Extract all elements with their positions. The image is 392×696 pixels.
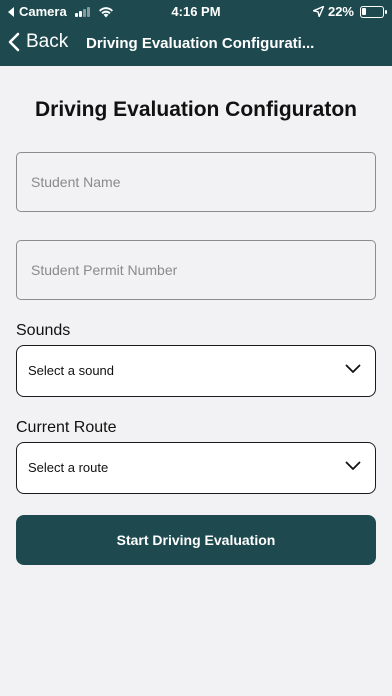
route-select-value: Select a route (28, 460, 109, 475)
student-name-input[interactable] (31, 174, 351, 190)
back-button-label: Back (26, 31, 69, 52)
navigation-bar: Back Driving Evaluation Configurati... (0, 28, 392, 60)
battery-fill (362, 7, 366, 15)
student-name-field[interactable] (16, 152, 376, 212)
chevron-down-icon (345, 461, 361, 470)
student-permit-input[interactable] (31, 262, 351, 278)
chevron-down-icon (345, 364, 361, 373)
route-select[interactable]: Select a route (16, 442, 376, 494)
battery-icon (360, 5, 387, 18)
nav-title: Driving Evaluation Configurati... (86, 35, 315, 52)
current-route-label: Current Route (16, 419, 117, 436)
status-bar: Camera 4:16 PM 22% (0, 0, 392, 24)
status-right: 22% (312, 4, 387, 19)
top-bar: Camera 4:16 PM 22% Back Driving Evaluati… (0, 0, 392, 66)
battery-percent: 22% (327, 4, 354, 19)
back-button[interactable]: Back (8, 31, 68, 53)
chevron-left-icon (8, 32, 20, 52)
page-title: Driving Evaluation Configuraton (34, 98, 357, 121)
location-arrow-icon (312, 6, 324, 17)
sounds-select[interactable]: Select a sound (16, 345, 376, 397)
start-driving-evaluation-button[interactable]: Start Driving Evaluation (16, 515, 376, 565)
sounds-select-value: Select a sound (28, 363, 115, 378)
student-permit-field[interactable] (16, 240, 376, 300)
sounds-label: Sounds (16, 322, 71, 339)
